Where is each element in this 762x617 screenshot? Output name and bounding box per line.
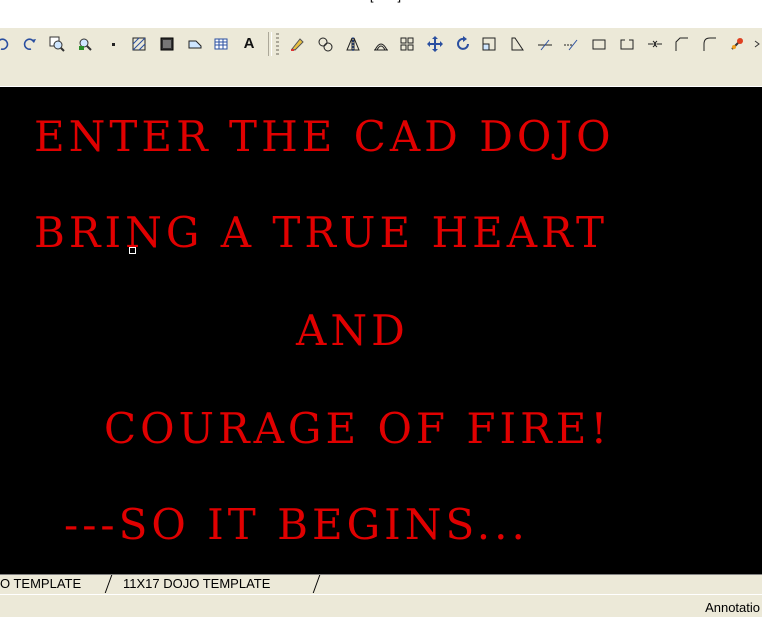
drawing-text-line-3[interactable]: AND xyxy=(296,307,409,355)
redo-icon[interactable] xyxy=(20,35,38,53)
crosshair-cursor xyxy=(129,247,136,254)
gradient-icon[interactable] xyxy=(158,35,176,53)
rotate-icon[interactable] xyxy=(454,35,472,53)
table-icon[interactable] xyxy=(212,35,230,53)
tab-divider xyxy=(104,575,113,593)
break-icon[interactable] xyxy=(618,35,636,53)
drawing-text-line-5[interactable]: ---SO IT BEGINS... xyxy=(64,501,529,549)
chamfer-icon[interactable] xyxy=(672,35,690,53)
join-icon[interactable] xyxy=(646,35,664,53)
zoom-previous-icon[interactable] xyxy=(76,35,94,53)
drawing-canvas[interactable]: ENTER THE CAD DOJO BRING A TRUE HEART AN… xyxy=(0,87,762,574)
window-title: - [ ... ] xyxy=(0,0,762,3)
tab-divider xyxy=(312,575,321,593)
drawing-text-line-4[interactable]: COURAGE OF FIRE! xyxy=(104,405,611,453)
hatch-icon[interactable] xyxy=(130,35,148,53)
array-icon[interactable] xyxy=(398,35,416,53)
toolbar-separator xyxy=(268,32,272,56)
text-tool-glyph: A xyxy=(243,35,255,52)
tab-11x17-dojo-template[interactable]: 11X17 DOJO TEMPLATE xyxy=(123,575,270,593)
drawing-text-line-2[interactable]: BRING A TRUE HEART xyxy=(34,209,608,257)
explode-icon[interactable] xyxy=(728,35,746,53)
toolbar-row-empty xyxy=(0,60,762,87)
drawing-text-line-1[interactable]: ENTER THE CAD DOJO xyxy=(34,113,615,161)
erase-icon[interactable] xyxy=(288,35,306,53)
trim-icon[interactable] xyxy=(536,35,554,53)
annotation-scale-label[interactable]: Annotatio xyxy=(705,600,760,615)
zoom-window-icon[interactable] xyxy=(48,35,66,53)
toolbar: A xyxy=(0,28,762,61)
point-icon[interactable] xyxy=(104,35,122,53)
break-at-point-icon[interactable] xyxy=(590,35,608,53)
text-icon[interactable]: A xyxy=(240,35,258,53)
layout-tabs: O TEMPLATE 11X17 DOJO TEMPLATE xyxy=(0,574,762,595)
fillet-icon[interactable] xyxy=(700,35,718,53)
tab-template[interactable]: O TEMPLATE xyxy=(0,575,81,593)
stretch-icon[interactable] xyxy=(508,35,526,53)
undo-icon[interactable] xyxy=(0,35,12,53)
region-icon[interactable] xyxy=(186,35,204,53)
extend-icon[interactable] xyxy=(562,35,580,53)
offset-icon[interactable] xyxy=(372,35,390,53)
copy-icon[interactable] xyxy=(316,35,334,53)
status-bar: Annotatio xyxy=(0,594,762,617)
toolbar-grip[interactable] xyxy=(276,33,279,55)
title-bar: - [ ... ] xyxy=(0,0,762,28)
toolbar-overflow-icon[interactable] xyxy=(748,35,762,53)
scale-icon[interactable] xyxy=(480,35,498,53)
move-icon[interactable] xyxy=(426,35,444,53)
mirror-icon[interactable] xyxy=(344,35,362,53)
